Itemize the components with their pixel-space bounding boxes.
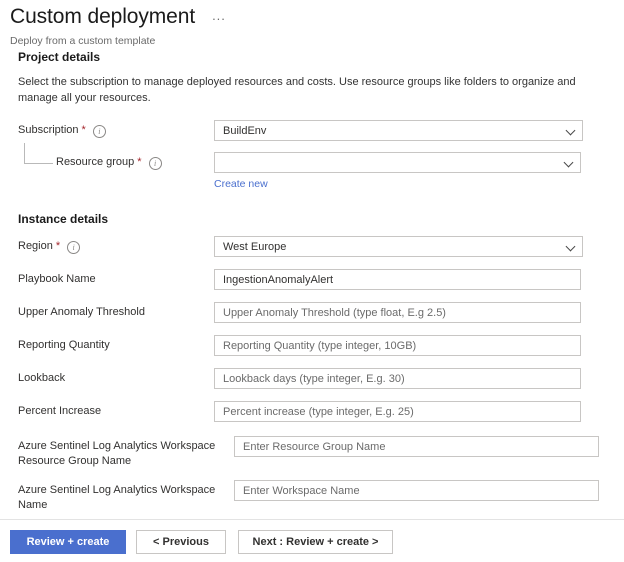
- reporting-quantity-label: Reporting Quantity: [18, 335, 214, 353]
- field-row-region: Region * i West Europe: [0, 236, 624, 257]
- workspace-name-label: Azure Sentinel Log Analytics Workspace N…: [18, 480, 234, 513]
- lookback-label: Lookback: [18, 368, 214, 386]
- field-row-reporting-quantity: Reporting Quantity Reporting Quantity (t…: [0, 335, 624, 356]
- page-subtitle: Deploy from a custom template: [10, 35, 156, 47]
- title-row: Custom deployment ...: [0, 0, 624, 30]
- region-dropdown[interactable]: West Europe: [214, 236, 583, 257]
- region-control: West Europe: [214, 236, 624, 257]
- page-title: Custom deployment: [10, 5, 196, 28]
- upper-anomaly-threshold-label: Upper Anomaly Threshold: [18, 302, 214, 320]
- tree-connector-line: [24, 143, 53, 164]
- required-asterisk: *: [137, 156, 142, 168]
- workspace-resource-group-name-input[interactable]: Enter Resource Group Name: [234, 436, 599, 457]
- playbook-name-input[interactable]: IngestionAnomalyAlert: [214, 269, 581, 290]
- region-value: West Europe: [223, 240, 287, 253]
- subscription-label-text: Subscription: [18, 124, 79, 136]
- review-create-button[interactable]: Review + create: [10, 530, 126, 554]
- info-icon[interactable]: i: [92, 125, 106, 138]
- project-details-heading: Project details: [18, 50, 101, 64]
- percent-increase-input[interactable]: Percent increase (type integer, E.g. 25): [214, 401, 581, 422]
- previous-button[interactable]: < Previous: [136, 530, 226, 554]
- percent-increase-label-text: Percent Increase: [18, 405, 102, 417]
- resource-group-control: Create new: [214, 152, 624, 192]
- field-row-upper-anomaly-threshold: Upper Anomaly Threshold Upper Anomaly Th…: [0, 302, 624, 323]
- required-asterisk: *: [55, 240, 61, 252]
- info-icon[interactable]: i: [148, 157, 162, 170]
- playbook-name-control: IngestionAnomalyAlert: [214, 269, 624, 290]
- reporting-quantity-label-text: Reporting Quantity: [18, 339, 110, 351]
- percent-increase-control: Percent increase (type integer, E.g. 25): [214, 401, 624, 422]
- next-review-create-button[interactable]: Next : Review + create >: [238, 530, 393, 554]
- upper-anomaly-threshold-label-text: Upper Anomaly Threshold: [18, 306, 145, 318]
- workspace-name-label-text: Azure Sentinel Log Analytics Workspace N…: [18, 484, 216, 511]
- chevron-down-icon: [566, 242, 576, 252]
- field-row-workspace-resource-group-name: Azure Sentinel Log Analytics Workspace R…: [0, 436, 624, 469]
- workspace-name-placeholder: Enter Workspace Name: [243, 484, 360, 497]
- playbook-name-label: Playbook Name: [18, 269, 214, 287]
- region-label: Region * i: [18, 236, 214, 254]
- instance-details-heading: Instance details: [18, 212, 109, 226]
- info-icon[interactable]: i: [67, 241, 81, 254]
- footer-actions: Review + create < Previous Next : Review…: [0, 530, 624, 554]
- workspace-name-control: Enter Workspace Name: [234, 480, 624, 501]
- upper-anomaly-threshold-placeholder: Upper Anomaly Threshold (type float, E.g…: [223, 306, 446, 319]
- chevron-down-icon: [566, 126, 576, 136]
- more-options-icon[interactable]: ...: [212, 9, 226, 22]
- playbook-name-label-text: Playbook Name: [18, 273, 96, 285]
- subscription-value: BuildEnv: [223, 124, 267, 137]
- subscription-label: Subscription * i: [18, 120, 214, 138]
- subscription-dropdown[interactable]: BuildEnv: [214, 120, 583, 141]
- field-row-subscription: Subscription * i BuildEnv: [0, 120, 624, 141]
- upper-anomaly-threshold-control: Upper Anomaly Threshold (type float, E.g…: [214, 302, 624, 323]
- reporting-quantity-placeholder: Reporting Quantity (type integer, 10GB): [223, 339, 417, 352]
- workspace-resource-group-name-placeholder: Enter Resource Group Name: [243, 440, 386, 453]
- workspace-resource-group-name-control: Enter Resource Group Name: [234, 436, 624, 457]
- workspace-resource-group-name-label: Azure Sentinel Log Analytics Workspace R…: [18, 436, 234, 469]
- field-row-percent-increase: Percent Increase Percent increase (type …: [0, 401, 624, 422]
- lookback-input[interactable]: Lookback days (type integer, E.g. 30): [214, 368, 581, 389]
- workspace-name-input[interactable]: Enter Workspace Name: [234, 480, 599, 501]
- lookback-control: Lookback days (type integer, E.g. 30): [214, 368, 624, 389]
- required-asterisk: *: [81, 124, 86, 136]
- field-row-lookback: Lookback Lookback days (type integer, E.…: [0, 368, 624, 389]
- chevron-down-icon: [564, 158, 574, 168]
- page-header: Custom deployment ... Deploy from a cust…: [0, 0, 624, 48]
- percent-increase-placeholder: Percent increase (type integer, E.g. 25): [223, 405, 414, 418]
- field-row-resource-group: Resource group * i Create new: [0, 143, 624, 192]
- field-row-workspace-name: Azure Sentinel Log Analytics Workspace N…: [0, 480, 624, 513]
- reporting-quantity-control: Reporting Quantity (type integer, 10GB): [214, 335, 624, 356]
- resource-group-dropdown[interactable]: [214, 152, 581, 173]
- lookback-label-text: Lookback: [18, 372, 66, 384]
- project-details-description: Select the subscription to manage deploy…: [18, 76, 576, 104]
- subscription-control: BuildEnv: [214, 120, 624, 141]
- playbook-name-value: IngestionAnomalyAlert: [223, 273, 334, 286]
- footer-divider: [0, 519, 624, 520]
- workspace-resource-group-name-label-text: Azure Sentinel Log Analytics Workspace R…: [18, 440, 216, 467]
- lookback-placeholder: Lookback days (type integer, E.g. 30): [223, 372, 405, 385]
- percent-increase-label: Percent Increase: [18, 401, 214, 419]
- create-new-link[interactable]: Create new: [214, 178, 268, 190]
- field-row-playbook-name: Playbook Name IngestionAnomalyAlert: [0, 269, 624, 290]
- resource-group-label: Resource group * i: [18, 143, 214, 170]
- form-area: Project details Select the subscription …: [0, 50, 624, 513]
- region-label-text: Region: [18, 240, 53, 252]
- resource-group-label-text: Resource group: [56, 156, 135, 168]
- upper-anomaly-threshold-input[interactable]: Upper Anomaly Threshold (type float, E.g…: [214, 302, 581, 323]
- reporting-quantity-input[interactable]: Reporting Quantity (type integer, 10GB): [214, 335, 581, 356]
